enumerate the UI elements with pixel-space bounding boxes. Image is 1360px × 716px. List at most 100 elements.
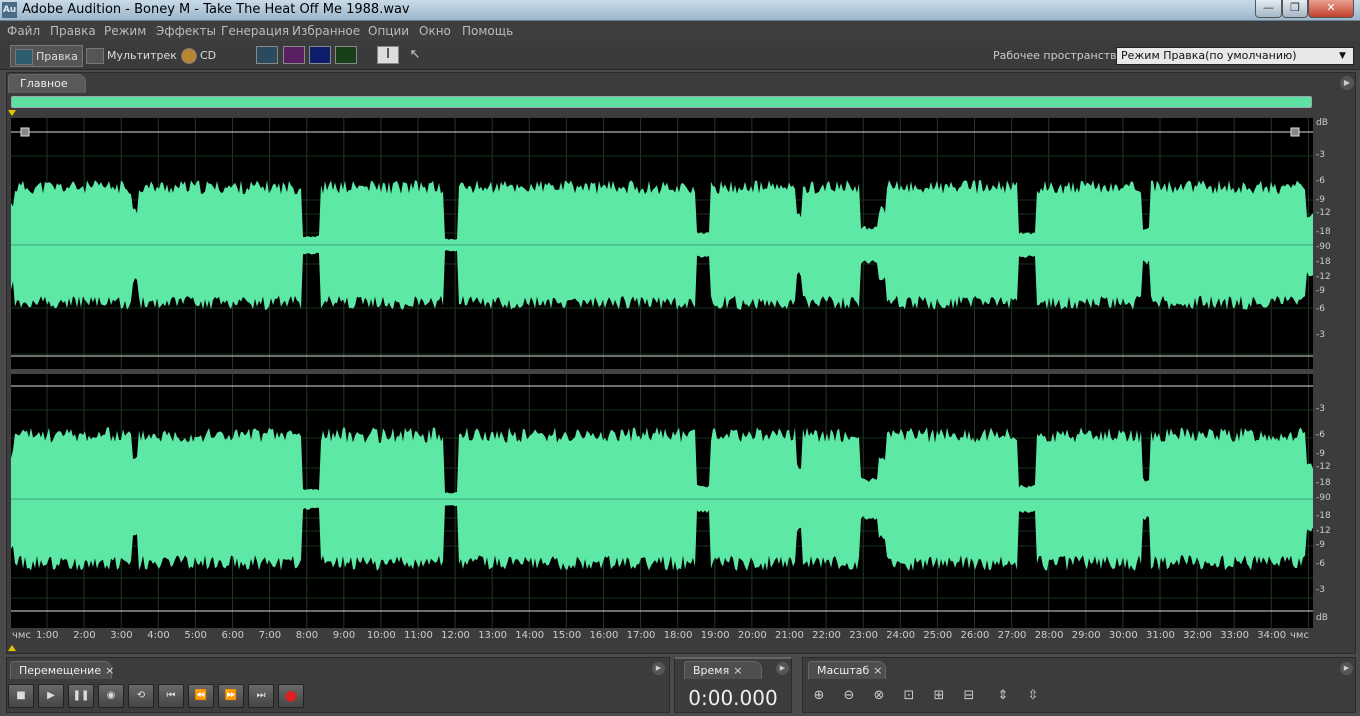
ruler-tick-label: 25:00 (923, 630, 953, 641)
envelope-handle[interactable] (20, 127, 30, 137)
tab-main[interactable]: Главное (8, 74, 86, 93)
multitrack-label: Мультитрек (107, 49, 177, 62)
marquee-tool-button[interactable]: ↖ (404, 46, 426, 64)
stop-button[interactable]: ■ (8, 684, 34, 708)
edit-view-button[interactable]: Правка (10, 45, 83, 67)
time-selection-tool-button[interactable]: Ⅰ (377, 46, 399, 64)
db-scale-label: -18 (1316, 227, 1331, 237)
title-bar: Au Adobe Audition - Boney M - Take The H… (0, 0, 1360, 21)
pause-button[interactable]: ❚❚ (68, 684, 94, 708)
waveform-display[interactable] (11, 118, 1313, 628)
workspace-select[interactable]: Режим Правка(по умолчанию) ▼ (1116, 47, 1354, 65)
menu-favorites[interactable]: Избранное (292, 24, 360, 38)
fast-forward-button[interactable]: ⏩ (218, 684, 244, 708)
pan-display-button[interactable] (335, 46, 357, 64)
menu-generate[interactable]: Генерация (221, 24, 289, 38)
ruler-tick-label: 7:00 (258, 630, 282, 641)
db-scale-label: -12 (1316, 462, 1331, 472)
minimize-button[interactable]: — (1255, 0, 1282, 18)
time-tab-label: Время (693, 664, 730, 677)
menu-mode[interactable]: Режим (104, 24, 146, 38)
db-scale-label: -3 (1316, 150, 1325, 160)
ruler-tick-label: 2:00 (73, 630, 96, 641)
ruler-tick-label: 9:00 (332, 630, 356, 641)
ruler-tick-label: 18:00 (663, 630, 693, 641)
ruler-tick-label: 28:00 (1034, 630, 1064, 641)
ruler-tick-label: 23:00 (849, 630, 879, 641)
ruler-tick-label: 24:00 (886, 630, 916, 641)
multitrack-icon (86, 48, 104, 64)
tab-time[interactable]: Время × (684, 661, 762, 679)
spectral-display-button[interactable] (283, 46, 305, 64)
db-scale-label: dB (1316, 118, 1328, 128)
record-button[interactable]: ● (278, 684, 304, 708)
menu-options[interactable]: Опции (368, 24, 409, 38)
ruler-tick-label: 21:00 (775, 630, 804, 641)
loop-button[interactable]: ⟲ (128, 684, 154, 708)
zoom-in-vertical-icon[interactable]: ⇕ (992, 686, 1014, 706)
transport-panel-menu-icon[interactable]: ▶ (652, 662, 665, 675)
menu-edit[interactable]: Правка (50, 24, 96, 38)
zoom-in-horizontal-icon[interactable]: ⊕ (808, 686, 830, 706)
go-to-start-button[interactable]: ⏮ (158, 684, 184, 708)
ruler-tick-label: 33:00 (1220, 630, 1250, 641)
menu-help[interactable]: Помощь (462, 24, 513, 38)
audition-logo-icon: Au (2, 2, 17, 18)
db-scale-label: -9 (1316, 540, 1325, 550)
close-icon[interactable]: × (873, 664, 882, 677)
zoom-full-icon[interactable]: ⊗ (868, 686, 890, 706)
menu-effects[interactable]: Эффекты (156, 24, 216, 38)
db-scale-label: -6 (1316, 430, 1325, 440)
db-scale-label: -6 (1316, 176, 1325, 186)
maximize-button[interactable]: ❐ (1282, 0, 1308, 18)
menu-file[interactable]: Файл (7, 24, 40, 38)
zoom-left-edge-icon[interactable]: ⊞ (928, 686, 950, 706)
spectral-pitch-button[interactable] (309, 46, 331, 64)
tab-transport[interactable]: Перемещение × (10, 661, 114, 679)
time-panel-menu-icon[interactable]: ▶ (776, 662, 789, 675)
cd-label: CD (200, 49, 217, 62)
db-scale-label: -9 (1316, 449, 1325, 459)
play-button[interactable]: ▶ (38, 684, 64, 708)
ruler-tick-label: 15:00 (552, 630, 582, 641)
db-scale-label: -3 (1316, 330, 1325, 340)
close-icon[interactable]: × (105, 664, 114, 677)
db-scale-label: -3 (1316, 404, 1325, 414)
zoom-out-horizontal-icon[interactable]: ⊖ (838, 686, 860, 706)
edit-view-label: Правка (36, 50, 78, 63)
menu-window[interactable]: Окно (419, 24, 451, 38)
zoom-right-edge-icon[interactable]: ⊟ (958, 686, 980, 706)
play-to-end-button[interactable]: ◉ (98, 684, 124, 708)
close-icon[interactable]: × (733, 664, 742, 677)
rewind-button[interactable]: ⏪ (188, 684, 214, 708)
panel-menu-icon[interactable]: ▶ (1340, 76, 1354, 90)
zoom-panel-menu-icon[interactable]: ▶ (1340, 662, 1353, 675)
multitrack-view-button[interactable]: Мультитрек (86, 45, 177, 67)
go-to-end-button[interactable]: ⏭ (248, 684, 274, 708)
ruler-tick-label: 26:00 (960, 630, 990, 641)
ruler-tick-label: 8:00 (295, 630, 319, 641)
ruler-end-label: чмс (1290, 630, 1309, 641)
ruler-tick-label: 1:00 (36, 630, 59, 641)
zoom-out-vertical-icon[interactable]: ⇳ (1022, 686, 1044, 706)
zoom-selection-icon[interactable]: ⊡ (898, 686, 920, 706)
waveform-display-button[interactable] (256, 46, 278, 64)
ruler-tick-label: 34:00 (1257, 630, 1287, 641)
overview-bar[interactable] (11, 96, 1312, 108)
zoom-tab-label: Масштаб (817, 664, 870, 677)
tab-zoom[interactable]: Масштаб × (808, 661, 886, 679)
channel-separator (11, 369, 1313, 374)
ruler-tick-label: 30:00 (1108, 630, 1138, 641)
transport-tab-label: Перемещение (19, 664, 102, 677)
db-scale-label: -90 (1316, 242, 1331, 252)
envelope-handle[interactable] (1290, 127, 1300, 137)
ruler-tick-label: 31:00 (1146, 630, 1175, 641)
close-button[interactable]: ✕ (1308, 0, 1354, 18)
cd-view-button[interactable]: CD (181, 45, 216, 67)
ruler-tick-label: 20:00 (737, 630, 767, 641)
ruler-tick-label: 4:00 (147, 630, 170, 641)
ruler-tick-label: 27:00 (997, 630, 1027, 641)
db-scale-label: -18 (1316, 478, 1331, 488)
playhead-marker-icon[interactable] (8, 110, 16, 116)
db-scale-label: dB (1316, 613, 1328, 623)
